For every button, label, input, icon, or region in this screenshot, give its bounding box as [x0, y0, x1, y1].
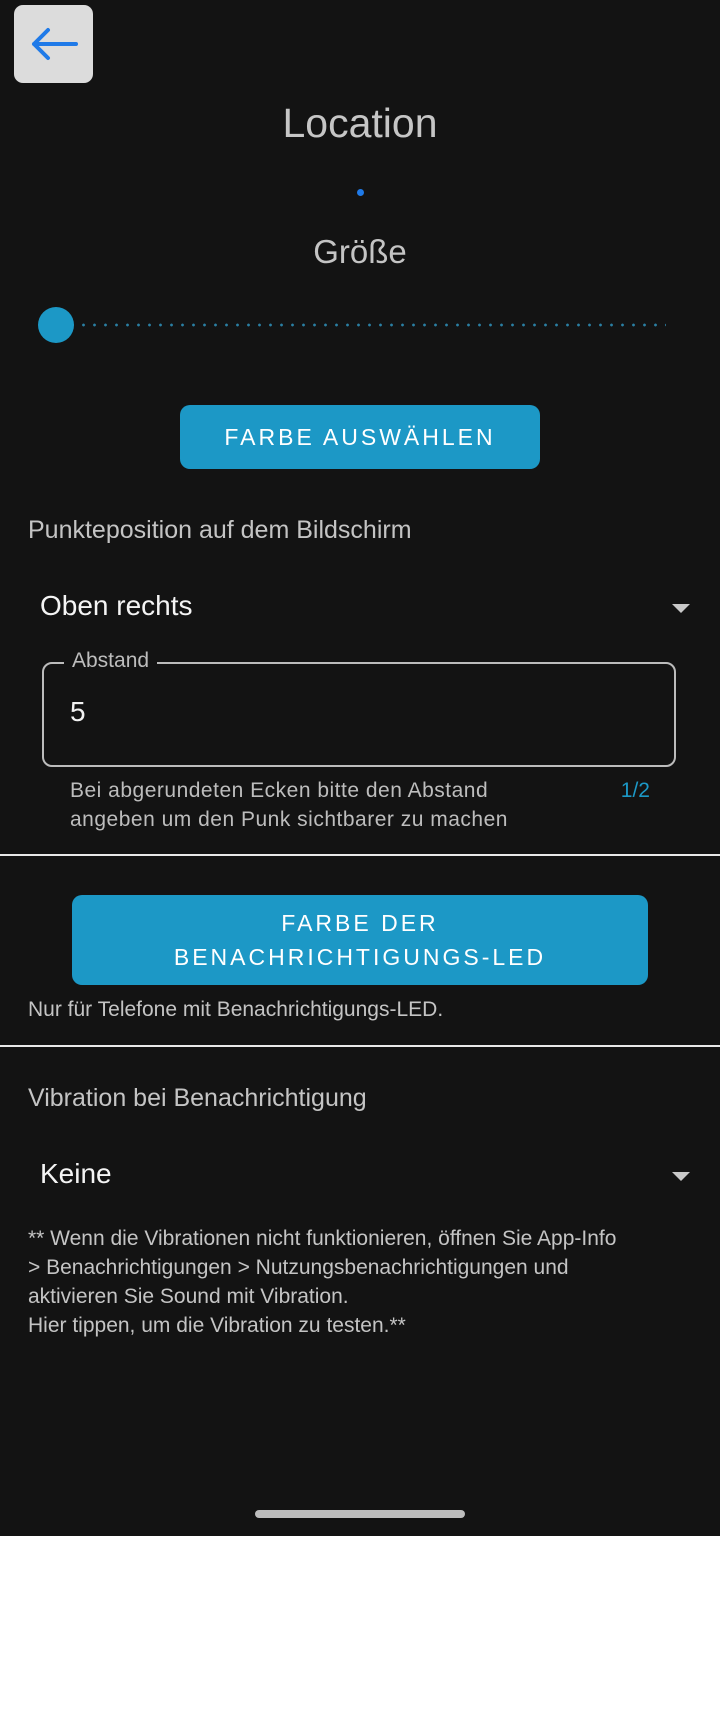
note-line: Hier tippen, um die Vibration zu testen.… — [28, 1314, 406, 1337]
led-button-line: FARBE DER — [281, 910, 439, 936]
distance-field-label: Abstand — [64, 649, 158, 673]
led-color-button[interactable]: FARBE DER BENACHRICHTIGUNGS-LED — [72, 895, 648, 985]
dot-position-value: Oben rechts — [40, 590, 193, 621]
distance-counter: 1/2 — [620, 779, 650, 802]
size-slider[interactable] — [38, 307, 668, 343]
distance-field-value[interactable]: 5 — [70, 696, 86, 728]
size-label: Größe — [313, 233, 407, 270]
vibration-value: Keine — [40, 1158, 112, 1189]
vibration-dropdown[interactable]: Keine — [28, 1148, 698, 1204]
dot-position-label: Punkteposition auf dem Bildschirm — [28, 516, 412, 544]
helper-line: Bei abgerundeten Ecken bitte den Abstand — [70, 779, 489, 802]
note-line: > Benachrichtigungen > Nutzungsbenachric… — [28, 1256, 569, 1279]
led-note: Nur für Telefone mit Benachrichtigungs-L… — [28, 998, 444, 1021]
slider-track[interactable] — [56, 323, 666, 327]
note-line: aktivieren Sie Sound mit Vibration. — [28, 1285, 349, 1308]
helper-line: angeben um den Punk sichtbarer zu machen — [70, 808, 508, 831]
section-divider — [0, 854, 720, 856]
vibration-label: Vibration bei Benachrichtigung — [28, 1084, 367, 1112]
page-title: Location — [282, 100, 438, 146]
dropdown-arrow-icon — [672, 1172, 690, 1181]
arrow-left-icon — [31, 28, 78, 60]
distance-helper-text: Bei abgerundeten Ecken bitte den Abstand… — [70, 776, 590, 834]
app-screen: Location Größe FARBE AUSWÄHLEN Punktepos… — [0, 0, 720, 1536]
dot-position-dropdown[interactable]: Oben rechts — [28, 580, 698, 636]
vibration-test-note[interactable]: ** Wenn die Vibrationen nicht funktionie… — [28, 1224, 698, 1340]
slider-thumb[interactable] — [38, 307, 74, 343]
note-line: ** Wenn die Vibrationen nicht funktionie… — [28, 1227, 617, 1250]
dropdown-arrow-icon — [672, 604, 690, 613]
distance-field[interactable]: Abstand 5 — [42, 649, 676, 767]
home-indicator[interactable] — [255, 1510, 465, 1518]
choose-color-button[interactable]: FARBE AUSWÄHLEN — [180, 405, 540, 469]
section-divider — [0, 1045, 720, 1047]
back-button[interactable] — [14, 5, 93, 83]
led-button-line: BENACHRICHTIGUNGS-LED — [173, 944, 547, 970]
dot-preview — [357, 189, 364, 196]
